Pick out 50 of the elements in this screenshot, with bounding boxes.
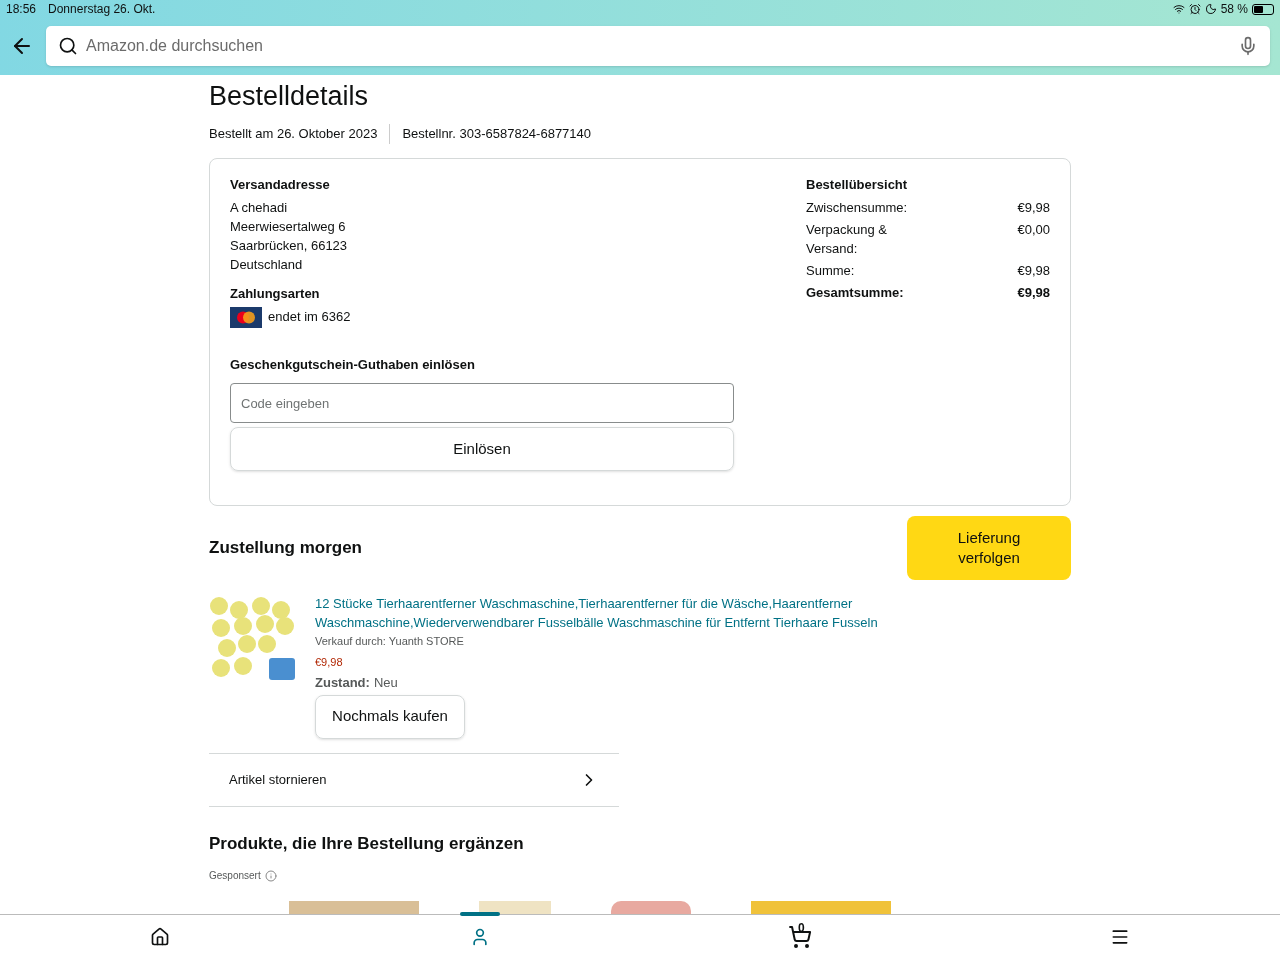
- sponsored-label: Gesponsert: [209, 869, 261, 883]
- card-ending: endet im 6362: [268, 308, 351, 327]
- summary-value: €9,98: [1017, 262, 1050, 280]
- summary-label: Zwischensumme:: [806, 199, 909, 217]
- search-field[interactable]: Amazon.de durchsuchen: [86, 34, 1230, 58]
- condition-value: Neu: [373, 674, 398, 692]
- address-line: Deutschland: [230, 256, 304, 274]
- menu-icon: [1110, 927, 1130, 947]
- card-icon: [230, 306, 262, 328]
- section-heading: Geschenkgutschein-Guthaben einlösen: [230, 355, 476, 374]
- search-icon: [58, 36, 78, 56]
- page-title: Bestelldetails: [209, 80, 370, 113]
- item-price: €9,98: [315, 654, 344, 670]
- section-heading: Bestellübersicht: [806, 175, 909, 194]
- address-line: Saarbrücken, 66123: [230, 237, 349, 255]
- condition-label: Zustand:: [315, 674, 370, 692]
- summary-value: €9,98: [1017, 284, 1050, 302]
- summary-value: €0,00: [1017, 221, 1050, 239]
- product-title-link[interactable]: 12 Stücke Tierhaarentferner Waschmaschine,Tierhaarentferner für die Wäsche,Haarentferner Waschmaschine,Wiederverwendbarer Fusselbälle Waschmaschine für Entfernt Tierhaare Fusseln: [315, 594, 895, 632]
- status-date: Donnerstag 26. Okt.: [48, 1, 156, 18]
- battery-percent: 58 %: [1220, 1, 1248, 18]
- cart-icon: [788, 925, 812, 949]
- section-heading: Zahlungsarten: [230, 285, 321, 303]
- alarm-icon: [1188, 3, 1201, 15]
- status-time: 18:56: [6, 1, 37, 18]
- summary-value: €9,98: [1017, 199, 1050, 217]
- delivery-heading: Zustellung morgen: [209, 537, 362, 560]
- track-delivery-button[interactable]: Lieferung verfolgen: [907, 516, 1071, 580]
- address-line: Meerwiesertalweg 6: [230, 218, 347, 236]
- summary-label: Gesamtsumme:: [806, 284, 905, 302]
- summary-label: Summe:: [806, 262, 856, 280]
- code-input-field[interactable]: Code eingeben: [230, 383, 734, 423]
- person-icon: [470, 927, 490, 947]
- section-heading: Versandadresse: [230, 175, 331, 194]
- wifi-icon: [1172, 3, 1185, 15]
- buy-again-button[interactable]: Nochmals kaufen: [315, 694, 465, 739]
- order-meta-text: Bestellt am 26. Oktober 2023: [209, 125, 378, 143]
- cancel-item-row[interactable]: Artikel stornieren: [209, 752, 619, 807]
- order-meta-text: Bestellnr. 303-6587824-6877140: [389, 124, 592, 144]
- redeem-button[interactable]: Einlösen: [230, 427, 734, 471]
- recommendations-heading: Produkte, die Ihre Bestellung ergänzen: [209, 832, 525, 855]
- battery-icon: [1252, 3, 1274, 15]
- microphone-icon: [1238, 36, 1258, 56]
- info-icon: [264, 869, 277, 882]
- moon-icon: [1204, 3, 1217, 15]
- search-bar[interactable]: Amazon.de durchsuchen: [46, 26, 1270, 66]
- address-line: A chehadi: [230, 199, 289, 217]
- home-icon: [150, 927, 170, 947]
- seller-text: Verkauf durch: Yuanth STORE: [315, 634, 465, 649]
- summary-label: Verpackung & Versand:: [806, 221, 888, 258]
